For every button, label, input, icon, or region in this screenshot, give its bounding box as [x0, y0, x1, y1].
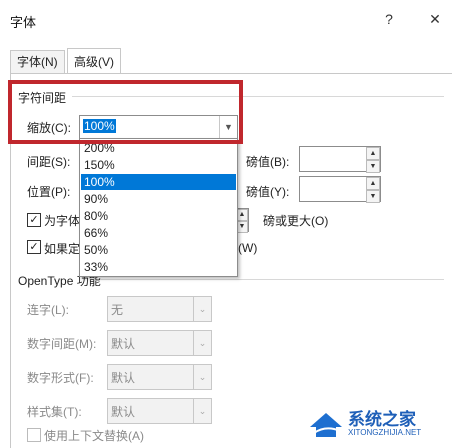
grid-checkbox[interactable]: ✓ [27, 240, 41, 254]
scale-option[interactable]: 80% [81, 208, 236, 224]
spin-up-icon[interactable]: ▲ [366, 177, 380, 190]
spacing-points-spinner[interactable]: ▲ ▼ [299, 146, 381, 173]
ligatures-combobox[interactable]: 无 ⌄ [107, 296, 212, 322]
spin-down-icon[interactable]: ▼ [366, 160, 380, 173]
watermark-logo: 系统之家 XITONGZHIJIA.NET [306, 403, 446, 443]
position-label: 位置(P): [27, 185, 71, 199]
scale-option[interactable]: 33% [81, 259, 236, 275]
scale-option[interactable]: 50% [81, 242, 236, 258]
contextual-checkbox[interactable] [27, 428, 41, 442]
ligatures-value: 无 [111, 303, 124, 317]
close-button[interactable]: ✕ [424, 8, 446, 30]
help-button[interactable]: ? [378, 8, 400, 30]
scale-option[interactable]: 66% [81, 225, 236, 241]
num-forms-combobox[interactable]: 默认 ⌄ [107, 364, 212, 390]
dialog-title: 字体 [10, 15, 37, 30]
points-label-spacing: 磅值(B): [246, 155, 290, 169]
chevron-down-icon[interactable]: ⌄ [193, 331, 211, 355]
scale-option[interactable]: 150% [81, 157, 236, 173]
style-sets-combobox[interactable]: 默认 ⌄ [107, 398, 212, 424]
num-forms-value: 默认 [111, 371, 136, 385]
num-spacing-combobox[interactable]: 默认 ⌄ [107, 330, 212, 356]
grid-suffix: (W) [238, 241, 258, 255]
watermark-url: XITONGZHIJIA.NET [348, 428, 422, 437]
points-label-position: 磅值(Y): [246, 185, 290, 199]
spin-up-icon[interactable]: ▲ [366, 147, 380, 160]
chevron-down-icon[interactable]: ⌄ [193, 399, 211, 423]
position-points-spinner[interactable]: ▲ ▼ [299, 176, 381, 203]
style-sets-label: 样式集(T): [27, 405, 82, 419]
spacing-label: 间距(S): [27, 155, 71, 169]
grid-label: 如果定 [44, 242, 81, 256]
chevron-down-icon[interactable]: ⌄ [193, 297, 211, 321]
section-divider [100, 279, 444, 280]
spin-down-icon[interactable]: ▼ [366, 190, 380, 203]
style-sets-value: 默认 [111, 405, 136, 419]
tab-advanced[interactable]: 高级(V) [67, 48, 121, 75]
num-spacing-value: 默认 [111, 337, 136, 351]
kerning-suffix: 磅或更大(O) [263, 214, 329, 228]
scale-option[interactable]: 90% [81, 191, 236, 207]
title-bar: 字体 ? ✕ [0, 0, 452, 38]
scale-option-selected[interactable]: 100% [81, 174, 236, 190]
num-forms-label: 数字形式(F): [27, 371, 94, 385]
watermark-brand: 系统之家 [348, 410, 416, 429]
num-spacing-label: 数字间距(M): [27, 337, 97, 351]
scale-dropdown-list[interactable]: 200% 150% 100% 90% 80% 66% 50% 33% [79, 138, 238, 277]
contextual-label: 使用上下文替换(A) [44, 429, 144, 443]
ligatures-label: 连字(L): [27, 303, 70, 317]
highlight-annotation [8, 80, 243, 144]
tab-font[interactable]: 字体(N) [10, 50, 65, 73]
chevron-down-icon[interactable]: ⌄ [193, 365, 211, 389]
kerning-checkbox[interactable]: ✓ [27, 213, 41, 227]
kerning-label: 为字体 [44, 214, 81, 228]
